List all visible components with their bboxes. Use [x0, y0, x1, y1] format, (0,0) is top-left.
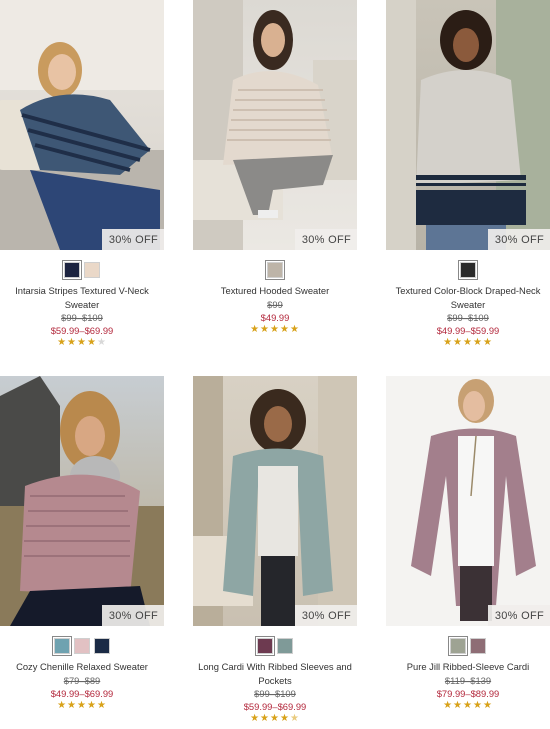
star-icon: ★ [96, 699, 107, 711]
product-name[interactable]: Cozy Chenille Relaxed Sweater [0, 660, 164, 674]
product-name[interactable]: Pure Jill Ribbed-Sleeve Cardi [386, 660, 550, 674]
color-swatch[interactable] [84, 262, 100, 278]
color-swatch[interactable] [458, 260, 478, 280]
discount-badge: 30% OFF [294, 605, 357, 626]
product-image[interactable]: 30% OFF [193, 376, 357, 626]
product-card[interactable]: 30% OFF Cozy Chenille Relaxed Sweater $7… [0, 376, 164, 711]
color-swatches [0, 260, 164, 280]
color-swatch[interactable] [265, 260, 285, 280]
sale-price: $79.99–$89.99 [436, 687, 500, 699]
discount-badge: 30% OFF [294, 229, 357, 250]
star-rating: ★★★★★ [386, 337, 550, 348]
star-icon: ★ [482, 699, 493, 711]
product-card[interactable]: 30% OFF Intarsia Stripes Textured V-Neck… [0, 0, 164, 348]
product-card[interactable]: 30% OFF Long Cardi With Ribbed Sleeves a… [193, 376, 357, 724]
star-icon: ★ [86, 699, 97, 711]
product-image[interactable]: 30% OFF [386, 376, 550, 626]
star-rating: ★★★★★ [193, 713, 357, 724]
product-name[interactable]: Textured Hooded Sweater [193, 284, 357, 298]
star-icon: ★ [260, 323, 271, 335]
star-icon: ★ [67, 699, 78, 711]
product-name[interactable]: Long Cardi With Ribbed Sleeves and Pocke… [193, 660, 357, 687]
color-swatches [386, 260, 550, 280]
star-icon: ★ [250, 713, 261, 724]
star-icon: ★ [289, 713, 300, 724]
sale-price: $59.99–$69.99 [243, 701, 307, 712]
sale-price: $49.99 [260, 311, 290, 323]
original-price: $99 [267, 298, 283, 310]
star-icon: ★ [77, 699, 87, 711]
color-swatches [0, 636, 164, 656]
color-swatches [193, 636, 357, 656]
star-icon: ★ [463, 337, 473, 348]
star-icon: ★ [453, 337, 464, 348]
star-icon: ★ [77, 337, 87, 348]
model-photo [193, 376, 357, 626]
model-photo [411, 379, 536, 621]
color-swatch[interactable] [62, 260, 82, 280]
color-swatch[interactable] [470, 638, 486, 654]
color-swatches [193, 260, 357, 280]
model-photo [386, 0, 550, 250]
star-icon: ★ [86, 337, 97, 348]
star-icon: ★ [443, 337, 454, 348]
star-icon: ★ [260, 713, 271, 724]
original-price: $99–$109 [254, 688, 296, 699]
star-icon: ★ [472, 337, 483, 348]
discount-badge: 30% OFF [101, 605, 164, 626]
product-name[interactable]: Textured Color-Block Draped-Neck Sweater [386, 284, 550, 311]
product-card[interactable]: 30% OFF Textured Color-Block Draped-Neck… [386, 0, 550, 348]
sale-price: $59.99–$69.99 [50, 325, 114, 336]
star-rating: ★★★★★ [0, 337, 164, 348]
discount-badge: 30% OFF [101, 229, 164, 250]
color-swatch[interactable] [255, 636, 275, 656]
star-icon: ★ [96, 337, 107, 348]
discount-badge: 30% OFF [487, 605, 550, 626]
color-swatch[interactable] [74, 638, 90, 654]
original-price: $119–$139 [444, 674, 492, 686]
color-swatch[interactable] [52, 636, 72, 656]
original-price: $99–$109 [61, 312, 103, 323]
star-rating: ★★★★★ [0, 700, 164, 711]
star-rating: ★★★★★ [386, 700, 550, 711]
color-swatch[interactable] [277, 638, 293, 654]
star-icon: ★ [279, 323, 290, 335]
product-image[interactable]: 30% OFF [193, 0, 357, 250]
color-swatch[interactable] [94, 638, 110, 654]
star-icon: ★ [472, 699, 483, 711]
product-name[interactable]: Intarsia Stripes Textured V-Neck Sweater [0, 284, 164, 311]
product-image[interactable]: 30% OFF [386, 0, 550, 250]
original-price: $79–$89 [63, 674, 101, 686]
star-icon: ★ [270, 713, 280, 724]
star-icon: ★ [250, 323, 261, 335]
sale-price: $49.99–$59.99 [436, 325, 500, 336]
product-card[interactable]: 30% OFF Textured Hooded Sweater $99 $49.… [193, 0, 357, 335]
model-photo [0, 0, 164, 250]
original-price: $99–$109 [447, 312, 489, 323]
product-image[interactable]: 30% OFF [0, 376, 164, 626]
sale-price: $49.99–$69.99 [50, 687, 114, 699]
discount-badge: 30% OFF [487, 229, 550, 250]
color-swatch[interactable] [448, 636, 468, 656]
product-grid: 30% OFF Intarsia Stripes Textured V-Neck… [0, 0, 550, 729]
model-photo [0, 376, 164, 626]
star-icon: ★ [463, 699, 473, 711]
model-photo [193, 0, 357, 250]
star-icon: ★ [57, 337, 68, 348]
star-icon: ★ [67, 337, 78, 348]
star-icon: ★ [289, 323, 300, 335]
star-icon: ★ [482, 337, 493, 348]
star-icon: ★ [443, 699, 454, 711]
star-rating: ★★★★★ [193, 324, 357, 335]
product-image[interactable]: 30% OFF [0, 0, 164, 250]
star-icon: ★ [279, 713, 290, 724]
star-icon: ★ [270, 323, 280, 335]
product-card[interactable]: 30% OFF Pure Jill Ribbed-Sleeve Cardi $1… [386, 376, 550, 711]
star-icon: ★ [453, 699, 464, 711]
star-icon: ★ [57, 699, 68, 711]
color-swatches [386, 636, 550, 656]
